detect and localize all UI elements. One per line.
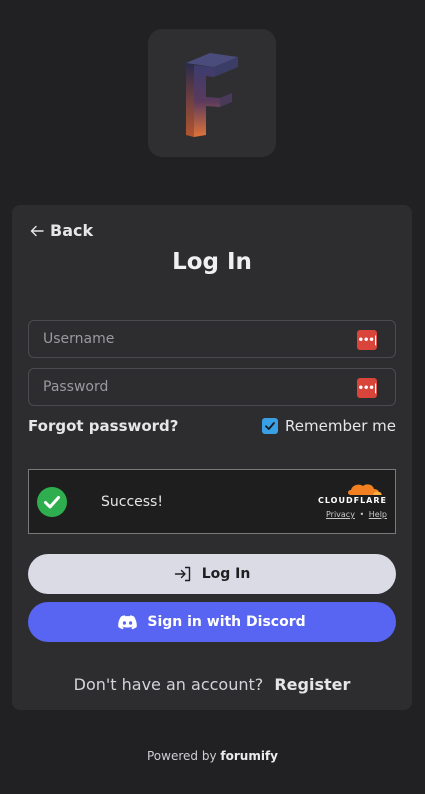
- captcha-links: Privacy • Help: [309, 510, 387, 519]
- username-input[interactable]: [43, 321, 343, 357]
- password-field-wrapper: •••|: [28, 368, 396, 406]
- login-icon: [174, 566, 190, 582]
- cloudflare-logo: CLOUDFLARE Privacy • Help: [309, 482, 387, 519]
- footer-brand-link[interactable]: forumify: [220, 749, 278, 763]
- powered-by-label: Powered by: [147, 749, 217, 763]
- remember-me-checkbox[interactable]: [262, 418, 279, 434]
- captcha-help-link[interactable]: Help: [369, 510, 387, 519]
- cloudflare-wordmark: CLOUDFLARE: [318, 496, 387, 505]
- captcha-status: Success!: [101, 494, 163, 510]
- password-manager-icon[interactable]: •••|: [357, 330, 377, 350]
- captcha-widget[interactable]: Success! CLOUDFLARE Privacy • Help: [28, 469, 396, 534]
- captcha-success-icon: [37, 487, 67, 517]
- powered-by-footer: Powered by forumify: [0, 749, 425, 763]
- remember-me-label: Remember me: [285, 417, 396, 435]
- login-button-label: Log In: [201, 566, 251, 582]
- register-prompt: Don't have an account?: [73, 675, 264, 694]
- form-options-row: Forgot password? Remember me: [28, 417, 396, 437]
- page-title: Log In: [172, 249, 252, 275]
- register-row: Don't have an account? Register: [12, 675, 412, 694]
- forgot-password-link[interactable]: Forgot password?: [28, 417, 179, 435]
- password-input[interactable]: [43, 369, 343, 405]
- register-link[interactable]: Register: [274, 675, 350, 694]
- checkmark-icon: [265, 422, 275, 430]
- back-arrow-icon: [30, 225, 44, 236]
- app-logo: [148, 29, 276, 157]
- username-field-wrapper: •••|: [28, 320, 396, 358]
- remember-me[interactable]: Remember me: [262, 417, 396, 435]
- discord-signin-button[interactable]: Sign in with Discord: [28, 602, 396, 642]
- discord-button-label: Sign in with Discord: [147, 614, 306, 630]
- login-button[interactable]: Log In: [28, 554, 396, 594]
- back-label: Back: [50, 221, 94, 240]
- discord-icon: [118, 614, 138, 629]
- captcha-privacy-link[interactable]: Privacy: [326, 510, 355, 519]
- back-link[interactable]: Back: [30, 221, 93, 240]
- login-card: Back Log In •••| •••| Forgot password? R…: [12, 205, 412, 710]
- captcha-links-separator: •: [359, 510, 365, 519]
- password-manager-icon[interactable]: •••|: [357, 378, 377, 398]
